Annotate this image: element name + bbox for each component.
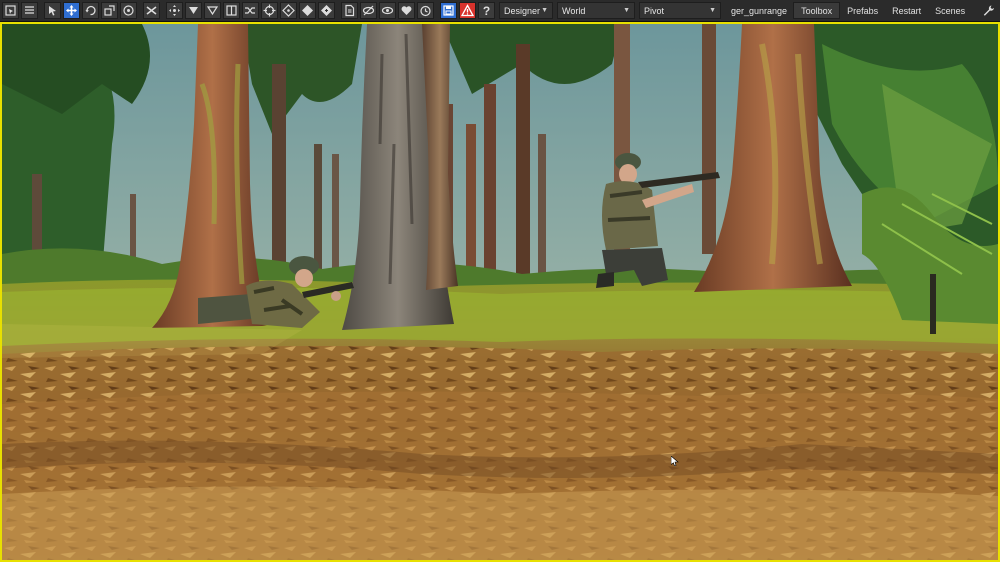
- forest-scene: [2, 24, 998, 560]
- warning-icon[interactable]: [459, 2, 476, 19]
- chevron-down-icon: ▼: [709, 7, 716, 14]
- cursor-icon[interactable]: [44, 2, 61, 19]
- mode-dropdown-value: Designer: [504, 5, 541, 16]
- random-icon[interactable]: [242, 2, 259, 19]
- editor-window: ? Designer ▼ World ▼ Pivot ▼ ger_gunrang…: [0, 0, 1000, 562]
- snap-icon[interactable]: [120, 2, 137, 19]
- align-icon[interactable]: [280, 2, 297, 19]
- page-icon[interactable]: [341, 2, 358, 19]
- scale-icon[interactable]: [101, 2, 118, 19]
- list-icon[interactable]: [21, 2, 38, 19]
- transform-icon[interactable]: [166, 2, 183, 19]
- mouse-cursor-icon: [671, 456, 679, 466]
- menu-scenes[interactable]: Scenes: [928, 2, 972, 19]
- move-icon[interactable]: [63, 2, 80, 19]
- orient-icon[interactable]: [204, 2, 221, 19]
- delete-icon[interactable]: [143, 2, 160, 19]
- eye-icon[interactable]: [379, 2, 396, 19]
- chevron-down-icon: ▼: [623, 7, 630, 14]
- world-name: ger_gunrange: [731, 5, 788, 16]
- visibility-icon[interactable]: [360, 2, 377, 19]
- editor-toolbar: ? Designer ▼ World ▼ Pivot ▼ ger_gunrang…: [0, 0, 1000, 22]
- mode-dropdown[interactable]: Designer ▼: [499, 2, 553, 19]
- rotate-icon[interactable]: [82, 2, 99, 19]
- pivot-dropdown-value: Pivot: [644, 5, 665, 16]
- ground-snap-icon[interactable]: [185, 2, 202, 19]
- split-icon[interactable]: [223, 2, 240, 19]
- help-icon[interactable]: ?: [478, 2, 495, 19]
- select-icon[interactable]: [2, 2, 19, 19]
- center-icon[interactable]: [261, 2, 278, 19]
- chevron-down-icon: ▼: [541, 7, 548, 14]
- save-icon[interactable]: [440, 2, 457, 19]
- wrench-icon[interactable]: [980, 2, 997, 19]
- heart-icon[interactable]: [398, 2, 415, 19]
- pivot-dropdown[interactable]: Pivot ▼: [639, 2, 721, 19]
- menu-toolbox[interactable]: Toolbox: [793, 2, 841, 19]
- menu-prefabs[interactable]: Prefabs: [840, 2, 885, 19]
- diamond-alt-icon[interactable]: [318, 2, 335, 19]
- clock-icon[interactable]: [417, 2, 434, 19]
- diamond-icon[interactable]: [299, 2, 316, 19]
- space-dropdown[interactable]: World ▼: [557, 2, 635, 19]
- space-dropdown-value: World: [562, 5, 586, 16]
- menu-restart[interactable]: Restart: [885, 2, 928, 19]
- scene-viewport[interactable]: [0, 22, 1000, 562]
